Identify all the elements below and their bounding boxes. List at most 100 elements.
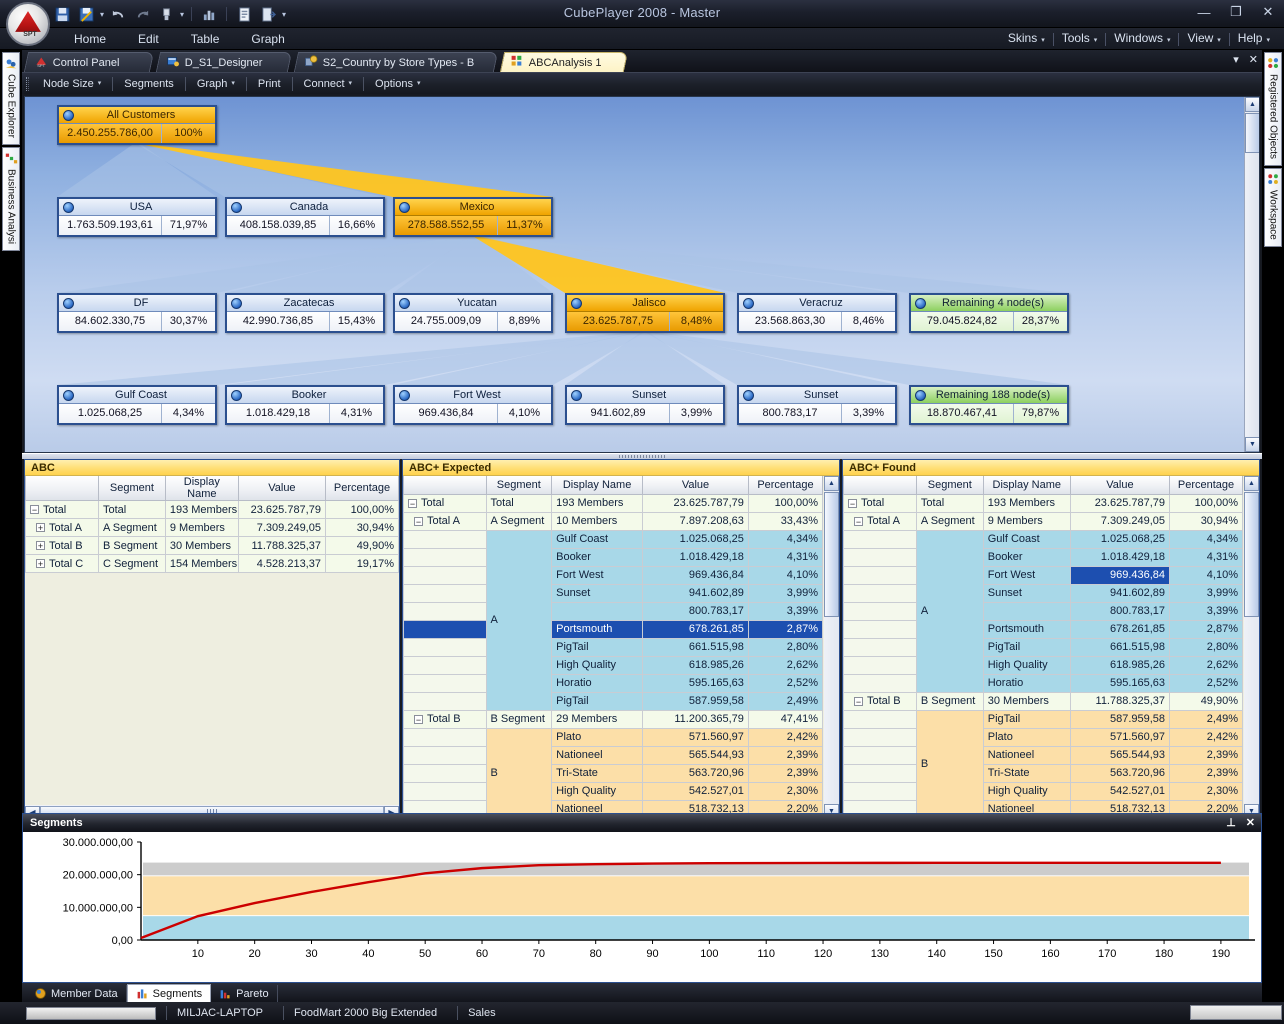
menu-skins[interactable]: Skins ▾	[1000, 27, 1053, 52]
save-as-icon[interactable]	[76, 4, 96, 24]
column-header[interactable]: Value	[1069, 476, 1171, 495]
collapse-toggle-icon[interactable]: −	[414, 714, 423, 724]
menu-windows[interactable]: Windows ▾	[1106, 27, 1178, 52]
expand-toggle-icon[interactable]: +	[36, 559, 45, 569]
document-tab-controls[interactable]: ▾ ✕	[1233, 53, 1258, 66]
tab-member-data[interactable]: Member Data	[26, 985, 127, 1002]
table-row[interactable]: Fort West 969.436,84 4,10%	[843, 565, 1243, 585]
table-row[interactable]: High Quality 618.985,26 2,62%	[843, 655, 1243, 675]
minimize-button[interactable]: —	[1196, 5, 1212, 20]
cell-tree[interactable]: − Total	[403, 493, 487, 513]
quick-access-toolbar[interactable]: ▾ ▾ ▾	[52, 3, 286, 25]
cell-tree[interactable]: − Total A	[843, 511, 917, 531]
column-header[interactable]	[403, 476, 487, 495]
table-row[interactable]: Fort West 969.436,84 4,10%	[403, 565, 823, 585]
tab-pareto[interactable]: Pareto	[211, 985, 278, 1002]
tab-list-dropdown-icon[interactable]: ▾	[1233, 53, 1239, 66]
tree-node[interactable]: Booker 1.018.429,18 4,31%	[225, 385, 385, 425]
menu-edit[interactable]: Edit	[122, 28, 175, 50]
column-header[interactable]: Display Name	[982, 476, 1071, 495]
scroll-up-arrow-icon[interactable]: ▲	[1245, 97, 1259, 112]
tree-node[interactable]: DF 84.602.330,75 30,37%	[57, 293, 217, 333]
tree-node[interactable]: Veracruz 23.568.863,30 8,46%	[737, 293, 897, 333]
abc-expected-vertical-scrollbar[interactable]: ▲ ▼	[824, 476, 839, 819]
table-row[interactable]: − Total Total 193 Members 23.625.787,79 100,0…	[403, 493, 823, 513]
tab-segments[interactable]: Segments	[126, 984, 212, 1002]
collapse-toggle-icon[interactable]: −	[854, 696, 863, 706]
cell-tree[interactable]: − Total B	[403, 709, 487, 729]
table-row[interactable]: High Quality 618.985,26 2,62%	[403, 655, 823, 675]
column-header[interactable]	[25, 476, 99, 501]
tree-node[interactable]: Zacatecas 42.990.736,85 15,43%	[225, 293, 385, 333]
table-row[interactable]: − Total Total 193 Members 23.625.787,79 100,0…	[25, 500, 399, 519]
segments-panel-buttons[interactable]: ⊥ ✕	[1226, 814, 1255, 832]
pin-icon[interactable]: ⊥	[1226, 814, 1236, 832]
table-row[interactable]: Horatio 595.165,63 2,52%	[843, 673, 1243, 693]
table-row[interactable]: Booker 1.018.429,18 4,31%	[403, 547, 823, 567]
tab-control-panel[interactable]: SPT Control Panel	[23, 52, 155, 72]
table-row[interactable]: A Gulf Coast 1.025.068,25 4,34%	[403, 529, 823, 711]
cell-tree[interactable]: − Total	[843, 493, 917, 513]
scrollbar-thumb[interactable]	[824, 492, 839, 617]
cell-tree[interactable]: − Total B	[843, 691, 917, 711]
table-row[interactable]: High Quality 542.527,01 2,30%	[403, 781, 823, 801]
window-controls[interactable]: — ❐ ✕	[1196, 4, 1276, 20]
column-header[interactable]: Percentage	[324, 476, 399, 501]
table-row[interactable]: PigTail 661.515,98 2,80%	[843, 637, 1243, 657]
table-row[interactable]: A Gulf Coast 1.025.068,25 4,34%	[843, 529, 1243, 693]
table-row[interactable]: − Total AA Segment 10 Members 7.897.208,63 3…	[403, 511, 823, 531]
tree-node[interactable]: All Customers 2.450.255.786,00 100%	[57, 105, 217, 145]
close-icon[interactable]: ✕	[1249, 53, 1258, 66]
cell-tree[interactable]: − Total A	[403, 511, 487, 531]
table-row[interactable]: Tri-State 563.720,96 2,39%	[403, 763, 823, 783]
toolbar-connect[interactable]: Connect ▾	[295, 75, 362, 93]
toolbar-graph[interactable]: Graph ▾	[188, 75, 244, 93]
scrollbar-thumb[interactable]	[1245, 113, 1259, 153]
tree-node[interactable]: Sunset 800.783,17 3,39%	[737, 385, 897, 425]
column-header[interactable]: Segment	[915, 476, 984, 495]
table-row[interactable]: PigTail 661.515,98 2,80%	[403, 637, 823, 657]
table-row[interactable]: − Total AA Segment 9 Members 7.309.249,05 30…	[843, 511, 1243, 531]
table-row[interactable]: Nationeel 565.544,93 2,39%	[843, 745, 1243, 765]
table-row[interactable]: + Total B B Segment 30 Members 11.788.325,37…	[25, 536, 399, 555]
table-row[interactable]: Sunset 941.602,89 3,99%	[403, 583, 823, 603]
scroll-down-arrow-icon[interactable]: ▼	[1245, 437, 1259, 452]
toolbar-node-size[interactable]: Node Size ▾	[34, 75, 110, 93]
table-row[interactable]: + Total A A Segment 9 Members 7.309.249,05 30…	[25, 518, 399, 537]
graph-vertical-scrollbar[interactable]: ▲ ▼	[1244, 97, 1259, 452]
collapse-toggle-icon[interactable]: −	[30, 505, 39, 515]
tree-node[interactable]: Fort West 969.436,84 4,10%	[393, 385, 553, 425]
tree-node[interactable]: Remaining 4 node(s) 79.045.824,82 28,37%	[909, 293, 1069, 333]
table-abc-found[interactable]: Segment Display Name Value Percentage − Total…	[843, 476, 1243, 819]
tree-node[interactable]: Gulf Coast 1.025.068,25 4,34%	[57, 385, 217, 425]
menu-help[interactable]: Help ▾	[1230, 27, 1278, 52]
tree-node[interactable]: Jalisco 23.625.787,75 8,48%	[565, 293, 725, 333]
tree-node[interactable]: Mexico 278.588.552,55 11,37%	[393, 197, 553, 237]
toolstrip-grip[interactable]	[26, 76, 29, 91]
menu-tools[interactable]: Tools ▾	[1054, 27, 1106, 52]
export-icon[interactable]	[258, 4, 278, 24]
table-row[interactable]: 800.783,17 3,39%	[843, 601, 1243, 621]
scrollbar-thumb[interactable]	[1244, 492, 1259, 617]
cell-tree[interactable]: − Total	[25, 500, 99, 519]
column-header[interactable]: Percentage	[747, 476, 823, 495]
tab-d-s1-designer[interactable]: D_S1_Designer	[155, 52, 293, 72]
tree-node[interactable]: Sunset 941.602,89 3,99%	[565, 385, 725, 425]
sidebar-item-registered-objects[interactable]: Registered Objects	[1264, 52, 1282, 167]
tab-abcanalysis-1[interactable]: ABCAnalysis 1	[499, 52, 629, 72]
table-row[interactable]: Sunset 941.602,89 3,99%	[843, 583, 1243, 603]
column-header[interactable]: Segment	[97, 476, 166, 501]
cell-tree[interactable]: + Total B	[25, 536, 99, 555]
tab-s2-country-by-store-types[interactable]: S2_Country by Store Types - B	[293, 52, 499, 72]
column-header[interactable]: Display Name	[551, 476, 644, 495]
table-row[interactable]: − Total Total 193 Members 23.625.787,79 100,0…	[843, 493, 1243, 513]
column-header[interactable]	[843, 476, 917, 495]
collapse-toggle-icon[interactable]: −	[414, 516, 423, 526]
column-header[interactable]: Percentage	[1169, 476, 1243, 495]
redo-icon[interactable]	[132, 4, 152, 24]
app-orb-button[interactable]: SPT	[6, 2, 50, 46]
tree-node[interactable]: Remaining 188 node(s) 18.870.467,41 79,87%	[909, 385, 1069, 425]
menu-home[interactable]: Home	[58, 28, 122, 50]
close-button[interactable]: ✕	[1260, 4, 1276, 20]
sidebar-item-business-analysis[interactable]: Business Analysi	[2, 146, 20, 251]
